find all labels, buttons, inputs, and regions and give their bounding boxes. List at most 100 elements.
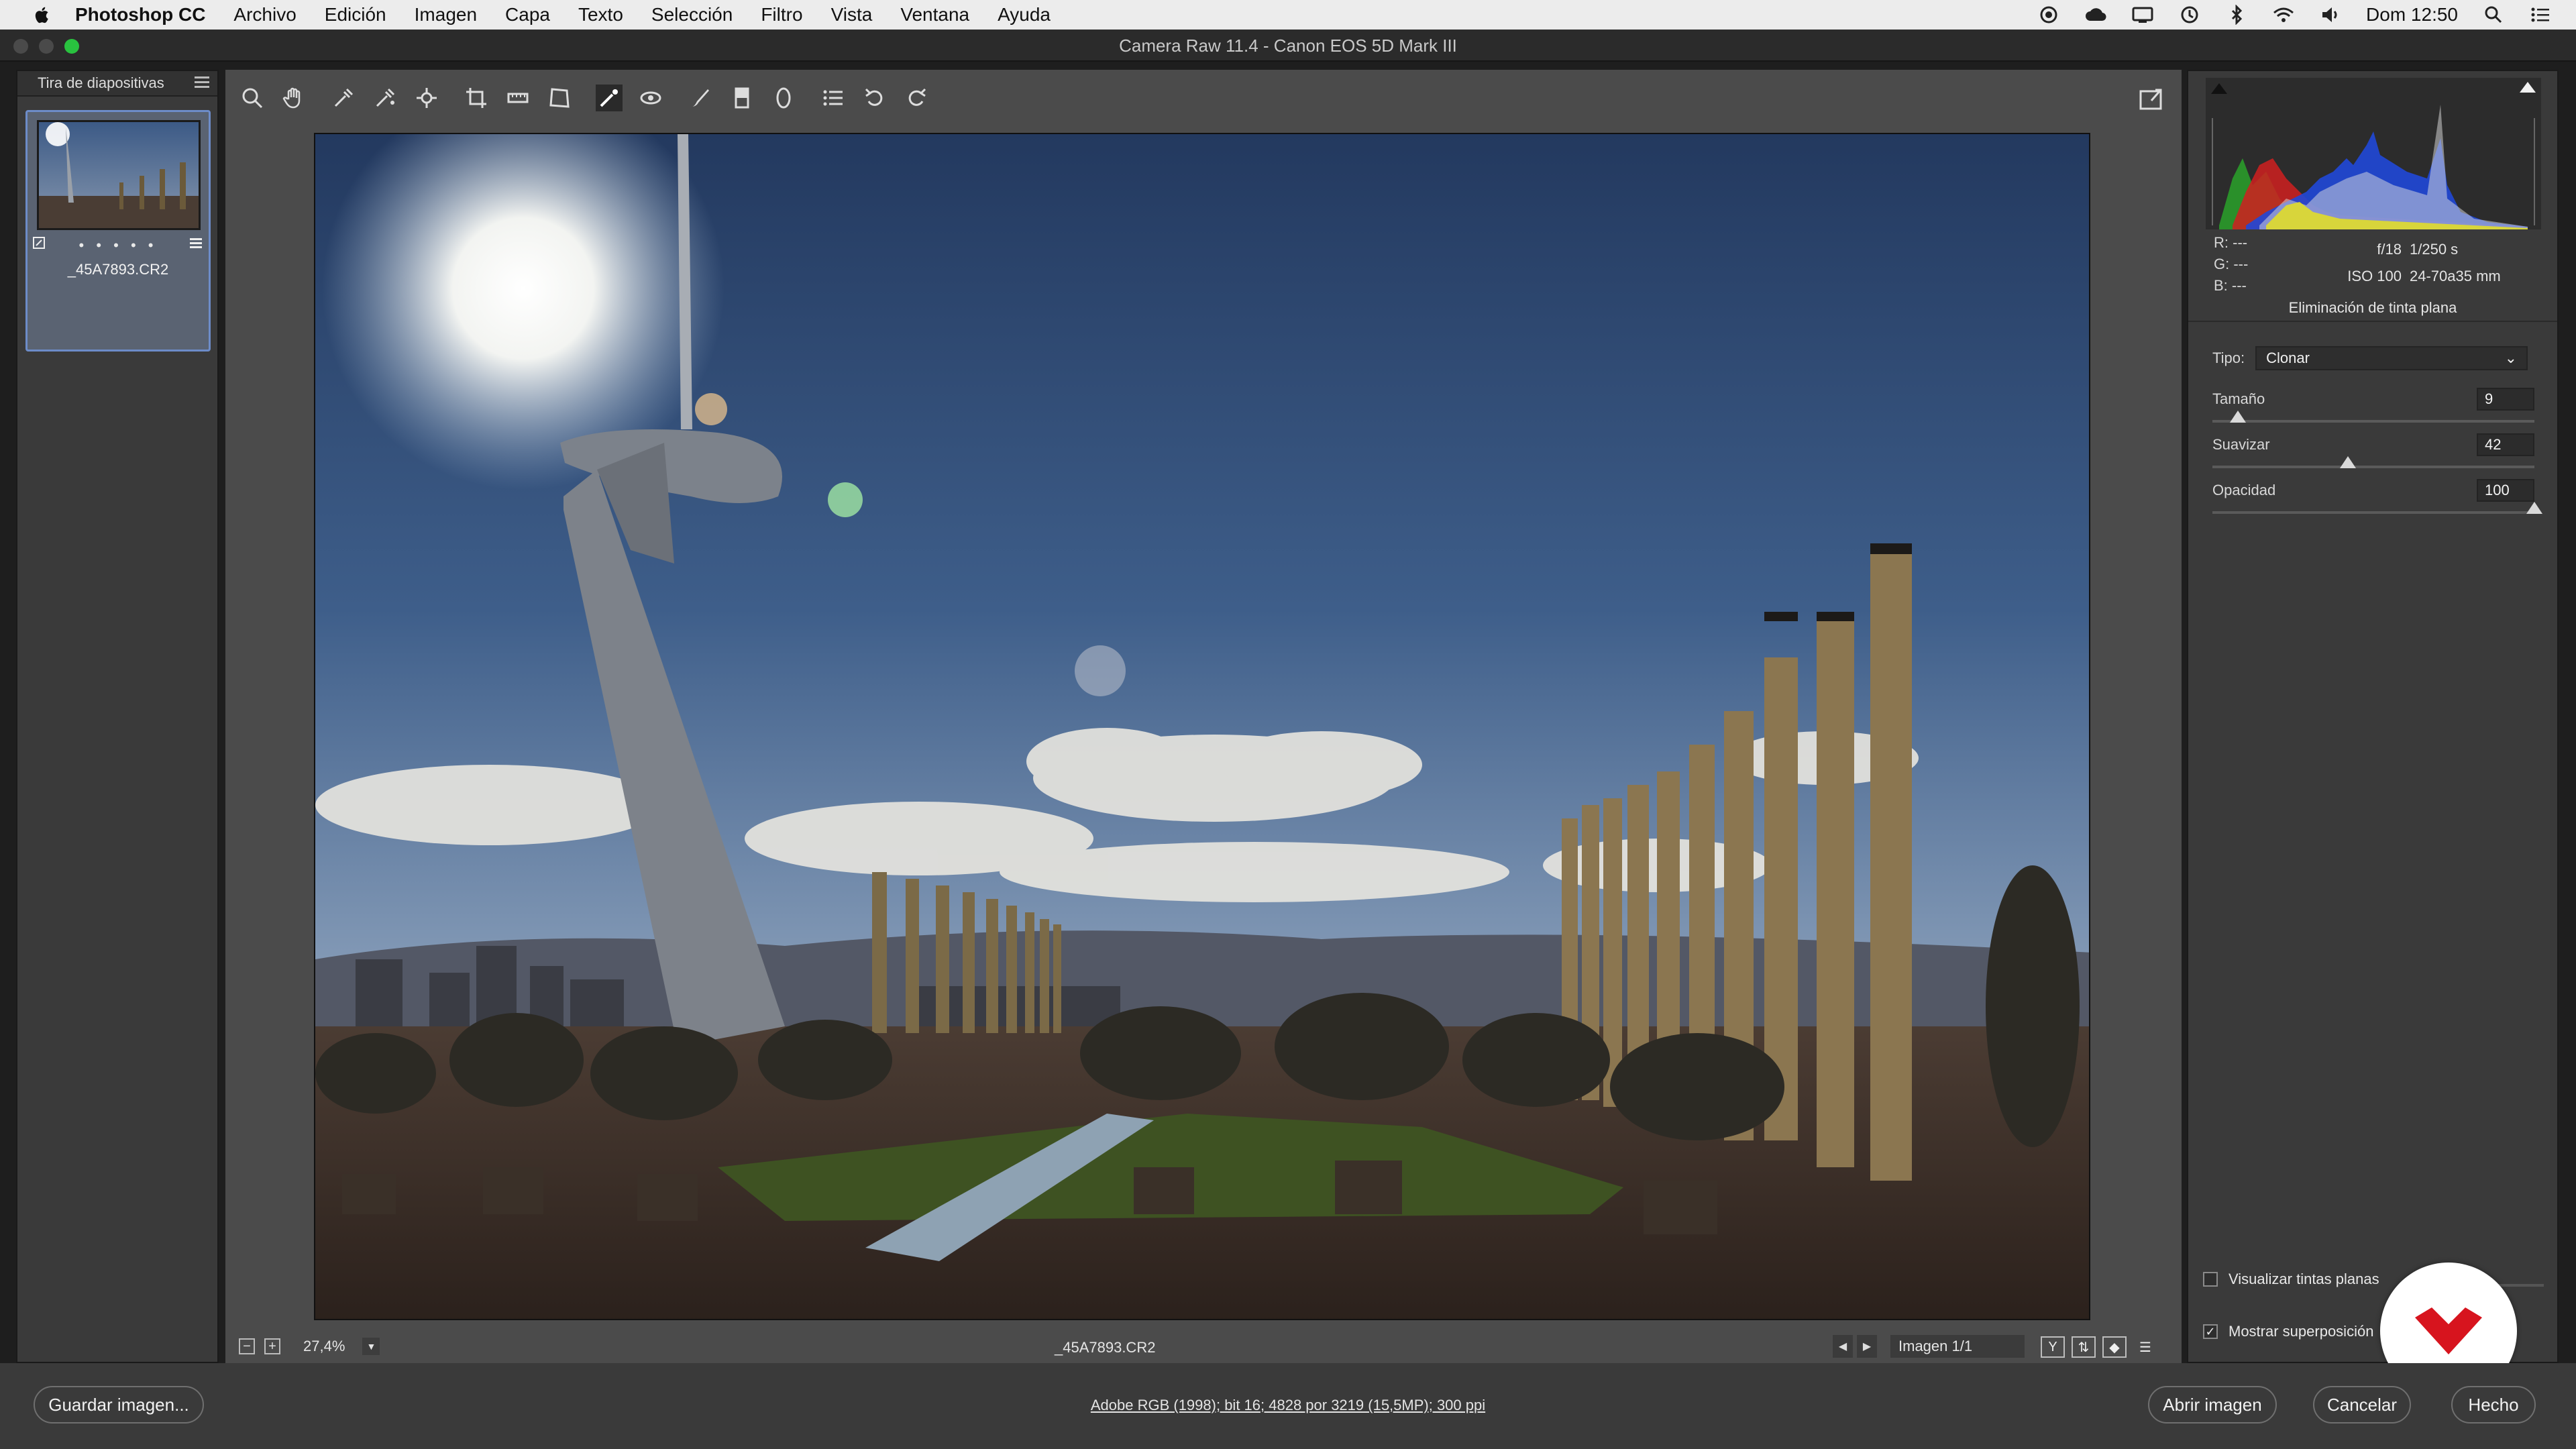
rotate-right-icon[interactable] <box>903 85 930 111</box>
menu-filtro[interactable]: Filtro <box>761 4 802 25</box>
blue-readout: B: --- <box>2214 277 2247 294</box>
feather-slider-thumb[interactable] <box>2339 456 2356 468</box>
done-button[interactable]: Hecho <box>2451 1386 2536 1424</box>
previous-image-button[interactable]: ◀ <box>1833 1335 1853 1358</box>
apple-icon[interactable] <box>27 5 56 24</box>
swap-before-after-icon[interactable]: ⇅ <box>2072 1336 2096 1358</box>
thumbnail-rating[interactable]: • • • • • <box>28 237 209 254</box>
opacity-slider-block: Opacidad 100 <box>2212 479 2542 514</box>
filmstrip-menu-icon[interactable] <box>195 74 209 92</box>
color-sampler-tool-icon[interactable] <box>372 85 398 111</box>
straighten-tool-icon[interactable] <box>504 85 531 111</box>
menu-archivo[interactable]: Archivo <box>233 4 296 25</box>
status-area: Dom 12:50 <box>2037 0 2552 30</box>
fullscreen-toggle-icon[interactable] <box>2137 85 2165 113</box>
tipo-label: Tipo: <box>2212 350 2245 366</box>
bottom-bar: Guardar imagen... Adobe RGB (1998); bit … <box>0 1363 2576 1449</box>
creative-cloud-icon[interactable] <box>2084 3 2107 26</box>
copy-settings-icon[interactable]: ◆ <box>2102 1336 2127 1358</box>
clock[interactable]: Dom 12:50 <box>2366 4 2458 25</box>
show-overlay-label: Mostrar superposición <box>2229 1323 2374 1340</box>
transform-tool-icon[interactable] <box>546 85 573 111</box>
next-image-button[interactable]: ▶ <box>1857 1335 1877 1358</box>
cancel-button[interactable]: Cancelar <box>2313 1386 2411 1424</box>
filmstrip-panel: Tira de diapositivas • • • • • _45A7893.… <box>16 70 219 1363</box>
size-slider-track[interactable] <box>2212 411 2534 423</box>
size-slider-thumb[interactable] <box>2230 411 2247 423</box>
feather-slider-track[interactable] <box>2212 456 2534 468</box>
zoom-level[interactable]: 27,4% <box>303 1338 345 1355</box>
opacity-value-input[interactable]: 100 <box>2477 479 2534 502</box>
show-overlay-checkbox[interactable]: ✓ <box>2203 1324 2218 1339</box>
panel-title: Eliminación de tinta plana <box>2188 295 2557 322</box>
zoom-tool-icon[interactable] <box>239 85 266 111</box>
menu-imagen[interactable]: Imagen <box>415 4 477 25</box>
zoom-controls: − + 27,4% ▼ <box>239 1338 380 1355</box>
adjustment-panel: R: --- G: --- B: --- f/18 1/250 s ISO 100… <box>2187 70 2559 1363</box>
notification-center-icon[interactable] <box>2529 3 2552 26</box>
rgb-readout: R: --- G: --- B: --- <box>2214 232 2248 297</box>
opacity-slider-track[interactable] <box>2212 502 2542 514</box>
photo-preview[interactable] <box>314 133 2090 1320</box>
visualize-spots-row: Visualizar tintas planas <box>2203 1271 2379 1288</box>
visualize-spots-label: Visualizar tintas planas <box>2229 1271 2379 1287</box>
iso-value: ISO 100 <box>2347 268 2402 284</box>
toggle-settings-icon[interactable]: ☰ <box>2133 1336 2157 1358</box>
zoom-in-button[interactable]: + <box>264 1338 280 1354</box>
menu-ventana[interactable]: Ventana <box>900 4 969 25</box>
histogram <box>2206 78 2541 229</box>
exif-info: f/18 1/250 s ISO 100 24-70a35 mm <box>2336 236 2500 290</box>
crop-tool-icon[interactable] <box>463 85 490 111</box>
feather-label: Suavizar <box>2212 436 2270 453</box>
image-counter: Imagen 1/1 <box>1890 1335 2025 1358</box>
zoom-dropdown-icon[interactable]: ▼ <box>362 1338 380 1355</box>
feather-value-input[interactable]: 42 <box>2477 433 2534 456</box>
visualize-spots-checkbox[interactable] <box>2203 1272 2218 1287</box>
bluetooth-icon[interactable] <box>2225 3 2248 26</box>
spotlight-search-icon[interactable] <box>2482 3 2505 26</box>
targeted-adjustment-tool-icon[interactable] <box>413 85 440 111</box>
tipo-row: Tipo: Clonar ⌄ <box>2212 346 2528 370</box>
chevron-down-icon: ⌄ <box>2504 350 2518 366</box>
menu-ayuda[interactable]: Ayuda <box>998 4 1051 25</box>
tool-bar <box>225 70 2182 126</box>
size-value-input[interactable]: 9 <box>2477 388 2534 411</box>
window-title-bar: Camera Raw 11.4 - Canon EOS 5D Mark III <box>0 30 2576 62</box>
menu-bar: Photoshop CC Archivo Edición Imagen Capa… <box>0 0 2576 30</box>
tipo-select[interactable]: Clonar ⌄ <box>2255 346 2528 370</box>
view-mode-buttons: Y ⇅ ◆ ☰ <box>2041 1336 2157 1358</box>
menu-texto[interactable]: Texto <box>578 4 623 25</box>
menu-app-name[interactable]: Photoshop CC <box>75 4 205 25</box>
thumbnail-adjusted-icon <box>189 235 205 252</box>
volume-icon[interactable] <box>2319 3 2342 26</box>
before-after-view-button[interactable]: Y <box>2041 1336 2065 1358</box>
menu-seleccion[interactable]: Selección <box>651 4 733 25</box>
hand-tool-icon[interactable] <box>280 85 307 111</box>
menu-vista[interactable]: Vista <box>831 4 873 25</box>
red-eye-tool-icon[interactable] <box>637 85 664 111</box>
window-title: Camera Raw 11.4 - Canon EOS 5D Mark III <box>1119 36 1457 56</box>
graduated-filter-icon[interactable] <box>729 85 755 111</box>
rotate-left-icon[interactable] <box>861 85 888 111</box>
preferences-list-icon[interactable] <box>820 85 847 111</box>
open-image-button[interactable]: Abrir imagen <box>2148 1386 2277 1424</box>
opacity-label: Opacidad <box>2212 482 2276 498</box>
opacity-slider-thumb[interactable] <box>2526 502 2542 514</box>
thumbnail-filename: _45A7893.CR2 <box>67 261 169 278</box>
filmstrip-header: Tira de diapositivas <box>17 71 217 97</box>
menu-edicion[interactable]: Edición <box>325 4 386 25</box>
radial-filter-icon[interactable] <box>770 85 797 111</box>
zoom-out-button[interactable]: − <box>239 1338 255 1354</box>
filmstrip-title: Tira de diapositivas <box>38 74 164 91</box>
menu-capa[interactable]: Capa <box>505 4 550 25</box>
time-machine-icon[interactable] <box>2178 3 2201 26</box>
white-balance-tool-icon[interactable] <box>330 85 357 111</box>
spot-removal-tool-icon[interactable] <box>596 85 623 111</box>
wifi-icon[interactable] <box>2272 3 2295 26</box>
show-overlay-row: ✓ Mostrar superposición <box>2203 1323 2373 1340</box>
preview-status-strip: − + 27,4% ▼ _45A7893.CR2 ◀ ▶ Imagen 1/1 … <box>225 1331 2182 1363</box>
adjustment-brush-icon[interactable] <box>687 85 714 111</box>
filmstrip-thumbnail[interactable]: • • • • • _45A7893.CR2 <box>25 110 211 352</box>
display-icon[interactable] <box>2131 3 2154 26</box>
record-icon[interactable] <box>2037 3 2060 26</box>
